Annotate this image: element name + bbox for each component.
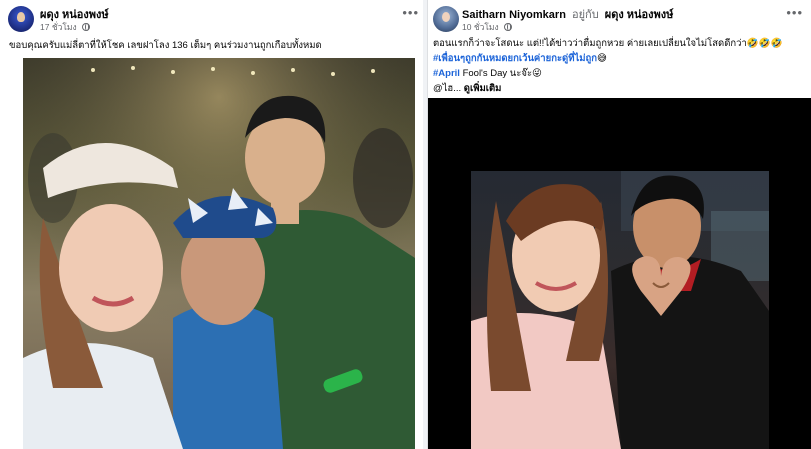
post-caption: ตอนแรกก็ว่าจะโสดนะ แต่!!ได้ข่าวว่าตื่มถู… bbox=[428, 36, 811, 96]
caption-line-2: #เพื่อนๆถูกกันหมดยกเว้นค่ายกะดู่ที่ไม่ถู… bbox=[433, 51, 806, 66]
more-icon[interactable]: ••• bbox=[786, 6, 803, 19]
post-card-right: Saitharn Niyomkarn อยู่กับ ผดุง หน่องพงษ… bbox=[427, 0, 811, 449]
post-photo-frame bbox=[428, 98, 811, 449]
caption-line-4: @ไฮ... ดูเพิ่มเติม bbox=[433, 81, 806, 96]
facebook-posts-collage: ผดุง หน่องพงษ์ 17 ชั่วโมง ••• ขอบคุณครับ… bbox=[0, 0, 811, 449]
post-meta: 10 ชั่วโมง bbox=[462, 20, 513, 34]
with-connector: อยู่กับ bbox=[571, 9, 599, 21]
group-photo-illustration bbox=[23, 58, 415, 449]
post-caption: ขอบคุณครับแม่ลี่ตาที่ให้โชค เลขฝาโลง 136… bbox=[9, 40, 322, 51]
caption-text: Fool's Day นะจ๊ะ😜 bbox=[459, 68, 542, 79]
author-avatar[interactable] bbox=[433, 6, 459, 32]
post-photo[interactable] bbox=[471, 171, 769, 449]
caption-line-3: #April Fool's Day นะจ๊ะ😜 bbox=[433, 66, 806, 81]
caption-line-1: ตอนแรกก็ว่าจะโสดนะ แต่!!ได้ข่าวว่าตื่มถู… bbox=[433, 38, 783, 49]
hashtag-link[interactable]: #April bbox=[433, 68, 460, 79]
post-time[interactable]: 17 ชั่วโมง bbox=[40, 22, 77, 32]
couple-photo-illustration bbox=[471, 171, 769, 449]
more-icon[interactable]: ••• bbox=[402, 6, 419, 19]
post-header: Saitharn Niyomkarn อยู่กับ ผดุง หน่องพงษ… bbox=[428, 0, 811, 36]
see-more-link[interactable]: ดูเพิ่มเติม bbox=[464, 83, 502, 94]
hashtag-link[interactable]: #เพื่อนๆถูกกันหมดยกเว้นค่ายกะดู่ที่ไม่ถู… bbox=[433, 53, 597, 64]
post-time[interactable]: 10 ชั่วโมง bbox=[462, 22, 499, 32]
post-meta: 17 ชั่วโมง bbox=[40, 20, 91, 34]
caption-text: @ไฮ... bbox=[433, 83, 464, 94]
globe-icon bbox=[82, 23, 91, 31]
post-header: ผดุง หน่องพงษ์ 17 ชั่วโมง ••• bbox=[0, 0, 427, 36]
caption-emoji: 😅 bbox=[597, 53, 607, 64]
author-avatar[interactable] bbox=[8, 6, 34, 32]
post-card-left: ผดุง หน่องพงษ์ 17 ชั่วโมง ••• ขอบคุณครับ… bbox=[0, 0, 427, 449]
post-photo[interactable] bbox=[23, 58, 415, 449]
globe-icon bbox=[504, 23, 513, 31]
tagged-name[interactable]: ผดุง หน่องพงษ์ bbox=[605, 9, 674, 21]
